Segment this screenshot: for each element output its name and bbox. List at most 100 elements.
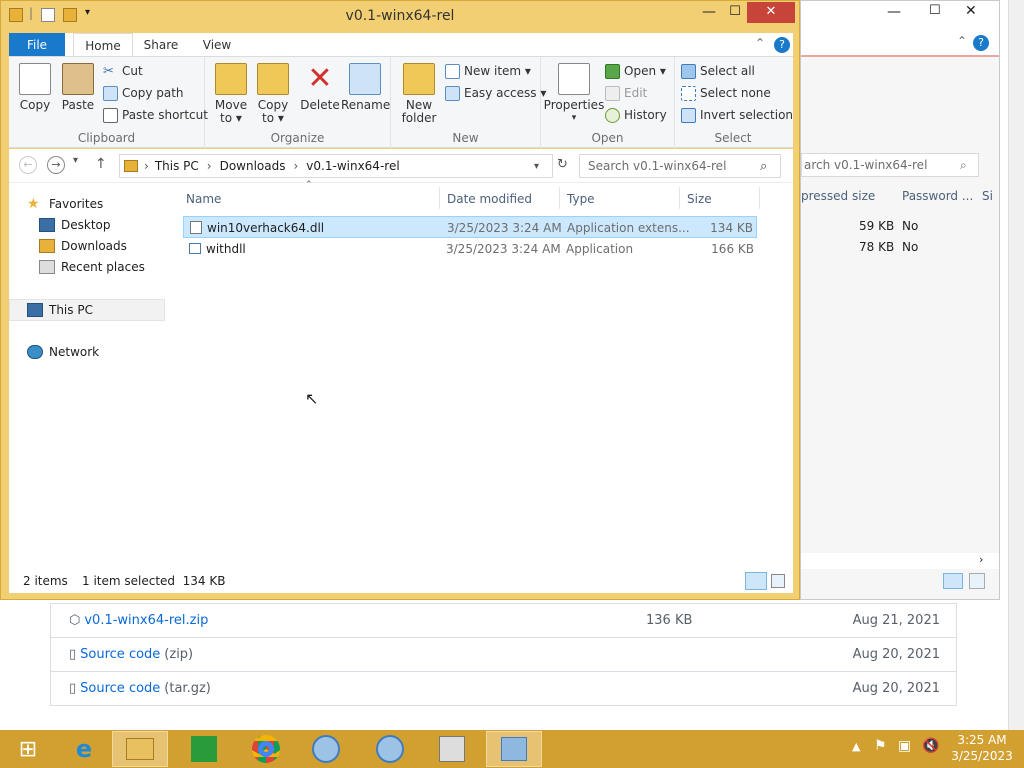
col-date-modified[interactable]: Date modified: [447, 189, 532, 209]
remote-desktop-icon: [501, 737, 527, 761]
title-bar[interactable]: | ▾ v0.1-winx64-rel — ☐ ✕: [1, 1, 799, 31]
chevron-up-icon[interactable]: ⌃: [957, 34, 967, 48]
back-ribbon-tabs: ⌃ ?: [801, 31, 999, 57]
new-folder-button[interactable]: New folder: [397, 63, 441, 125]
tab-file[interactable]: File: [9, 33, 65, 57]
clock[interactable]: 3:25 AM 3/25/2023: [944, 732, 1020, 764]
copy-button[interactable]: Copy: [15, 63, 55, 112]
tab-home[interactable]: Home: [73, 33, 133, 58]
open-label: Open ▾: [624, 64, 666, 78]
col-si[interactable]: Si: [982, 189, 993, 203]
taskbar-app-3[interactable]: [424, 731, 480, 767]
chevron-up-icon[interactable]: ⌃: [755, 36, 765, 50]
breadcrumb-downloads[interactable]: Downloads: [220, 159, 286, 173]
large-icons-view-icon[interactable]: [969, 573, 985, 589]
taskbar-app-4[interactable]: [486, 731, 542, 767]
file-row[interactable]: withdll 3/25/2023 3:24 AM Application 16…: [183, 238, 757, 260]
nav-favorites[interactable]: ★ Favorites: [27, 194, 103, 214]
flag-icon[interactable]: ⚑: [874, 738, 887, 754]
forward-arrow-icon[interactable]: →: [47, 156, 65, 174]
file-row[interactable]: win10verhack64.dll 3/25/2023 3:24 AM App…: [183, 216, 757, 238]
select-none-button[interactable]: Select none: [681, 83, 771, 103]
move-to-button[interactable]: Move to ▾: [211, 63, 251, 125]
copy-label: Copy: [19, 98, 51, 112]
close-icon[interactable]: ✕: [965, 3, 977, 19]
edit-button[interactable]: Edit: [605, 83, 647, 103]
taskbar-app-2[interactable]: [362, 731, 418, 767]
network-tray-icon[interactable]: ▣: [898, 738, 911, 754]
close-button[interactable]: ✕: [747, 2, 795, 23]
delete-button[interactable]: ✕ Delete: [299, 63, 341, 112]
asset-row[interactable]: ⬡ v0.1-winx64-rel.zip 136 KB Aug 21, 2021: [50, 604, 957, 638]
nav-this-pc[interactable]: This PC: [27, 300, 93, 320]
chevron-right-icon[interactable]: ›: [979, 553, 983, 566]
chevron-right-icon: ›: [293, 159, 299, 173]
large-icons-view-icon[interactable]: [771, 574, 785, 588]
start-button[interactable]: ⊞: [0, 731, 56, 767]
up-arrow-icon[interactable]: ↑: [95, 156, 107, 172]
paste-button[interactable]: Paste: [57, 63, 99, 112]
asset-name[interactable]: v0.1-winx64-rel.zip: [84, 613, 208, 628]
clock-date: 3/25/2023: [951, 749, 1013, 763]
breadcrumb-this-pc[interactable]: This PC: [155, 159, 199, 173]
taskbar-store[interactable]: [176, 731, 232, 767]
nav-network[interactable]: Network: [27, 342, 99, 362]
taskbar-app-1[interactable]: [298, 731, 354, 767]
taskbar-chrome[interactable]: [238, 731, 294, 767]
asset-name[interactable]: Source code: [80, 681, 160, 696]
open-button[interactable]: Open ▾: [605, 61, 666, 81]
help-icon[interactable]: ?: [973, 35, 989, 51]
nav-recent-places[interactable]: Recent places: [39, 257, 145, 277]
col-compressed[interactable]: pressed size: [801, 189, 875, 203]
asset-sub: (tar.gz): [164, 681, 211, 696]
back-hscroll[interactable]: ›: [801, 553, 999, 569]
address-bar[interactable]: › This PC › Downloads › v0.1-winx64-rel …: [119, 154, 553, 178]
easy-access-button[interactable]: Easy access ▾: [445, 83, 546, 103]
asset-row[interactable]: ▯ Source code (tar.gz) Aug 20, 2021: [50, 672, 957, 706]
history-button[interactable]: History: [605, 105, 667, 125]
taskbar-ie[interactable]: e: [56, 731, 112, 767]
maximize-icon[interactable]: ☐: [929, 3, 941, 18]
back-search-input[interactable]: arch v0.1-winx64-rel ⌕: [801, 153, 979, 177]
volume-muted-icon[interactable]: 🔇: [922, 738, 939, 754]
package-icon: ⬡: [69, 613, 81, 628]
search-input[interactable]: Search v0.1-winx64-rel ⌕: [579, 154, 781, 178]
chevron-down-icon[interactable]: ▾: [534, 161, 539, 172]
details-view-icon[interactable]: [745, 572, 767, 590]
maximize-icon[interactable]: ☐: [721, 2, 749, 23]
paste-shortcut-button[interactable]: Paste shortcut: [103, 105, 208, 125]
rename-button[interactable]: Rename: [341, 63, 390, 112]
help-icon[interactable]: ?: [774, 37, 790, 53]
nav-downloads[interactable]: Downloads: [39, 236, 127, 256]
col-size[interactable]: Size: [687, 189, 712, 209]
col-name[interactable]: Name: [186, 189, 221, 209]
tab-view[interactable]: View: [189, 33, 245, 57]
file-date: 3/25/2023 3:24 AM: [447, 221, 562, 235]
select-all-button[interactable]: Select all: [681, 61, 755, 81]
copy-to-button[interactable]: Copy to ▾: [253, 63, 293, 125]
new-item-button[interactable]: New item ▾: [445, 61, 531, 81]
nav-desktop[interactable]: Desktop: [39, 215, 111, 235]
tab-share[interactable]: Share: [133, 33, 189, 57]
col-password[interactable]: Password ...: [902, 189, 973, 203]
breadcrumb-current[interactable]: v0.1-winx64-rel: [306, 159, 399, 173]
taskbar-file-explorer[interactable]: [112, 731, 168, 767]
recent-locations-icon[interactable]: ▾: [73, 155, 78, 166]
invert-selection-button[interactable]: Invert selection: [681, 105, 793, 125]
cut-button[interactable]: ✂ Cut: [103, 61, 143, 81]
col-type[interactable]: Type: [567, 189, 595, 209]
properties-button[interactable]: Properties ▾: [543, 63, 605, 125]
details-view-icon[interactable]: [943, 573, 963, 589]
minimize-icon[interactable]: —: [887, 4, 901, 20]
downloads-folder-icon: [39, 239, 55, 253]
refresh-icon[interactable]: ↻: [557, 157, 568, 172]
select-none-label: Select none: [700, 86, 771, 100]
back-arrow-icon[interactable]: ←: [19, 156, 37, 174]
asset-name[interactable]: Source code: [80, 647, 160, 662]
chevron-up-icon[interactable]: ▲: [852, 740, 860, 753]
copy-path-button[interactable]: Copy path: [103, 83, 184, 103]
status-selection: 1 item selected 134 KB: [82, 574, 226, 588]
scissors-icon: ✂: [103, 63, 114, 79]
browser-scrollbar[interactable]: [1008, 0, 1024, 730]
asset-row[interactable]: ▯ Source code (zip) Aug 20, 2021: [50, 638, 957, 672]
